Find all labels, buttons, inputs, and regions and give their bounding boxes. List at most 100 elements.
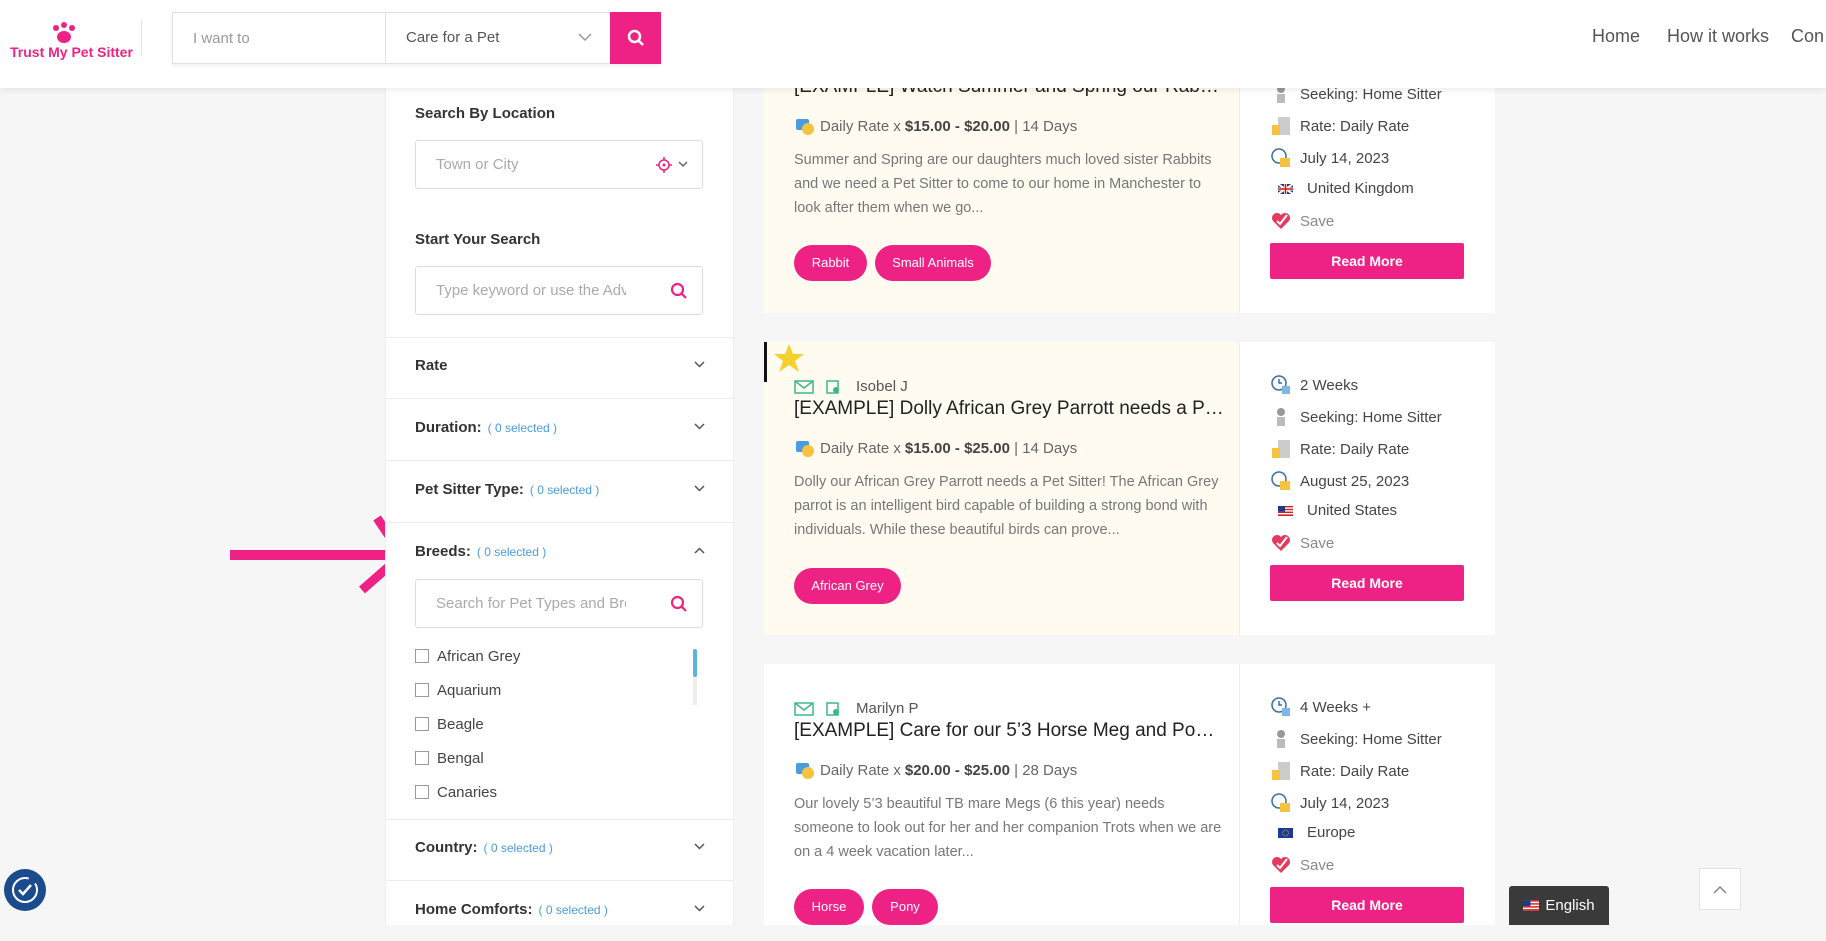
checkbox[interactable] xyxy=(415,785,429,799)
nav-contact[interactable]: Con xyxy=(1791,26,1824,47)
site-header: Trust My Pet Sitter Care for a Pet Home … xyxy=(0,0,1826,88)
search-icon[interactable] xyxy=(670,282,688,300)
tag-horse[interactable]: Horse xyxy=(794,889,864,925)
tag-small-animals[interactable]: Small Animals xyxy=(875,245,991,281)
listing-owner: Isobel J xyxy=(794,378,908,395)
checkbox[interactable] xyxy=(415,683,429,697)
filter-label: Home Comforts:( 0 selected ) xyxy=(415,901,608,918)
chevron-up-icon xyxy=(694,547,705,554)
building-icon xyxy=(1272,762,1290,780)
filter-duration[interactable]: Duration:( 0 selected ) xyxy=(386,399,733,459)
chevron-down-icon[interactable] xyxy=(678,161,688,168)
listing-description: Summer and Spring are our daughters much… xyxy=(794,152,1212,216)
breed-search-input[interactable] xyxy=(416,580,646,627)
listing-rate: Daily Rate x $15.00 - $20.00 | 14 Days xyxy=(794,115,1077,137)
checkbox[interactable] xyxy=(415,717,429,731)
breed-checkbox-item[interactable]: Aquarium xyxy=(415,680,501,700)
accessibility-check-icon xyxy=(12,877,38,903)
filter-sidebar: Search By Location Start Your Search Rat… xyxy=(385,88,734,925)
seeking-info: Seeking: Home Sitter xyxy=(1270,728,1442,750)
pink-arrow-annotation xyxy=(230,515,405,594)
keyword-field xyxy=(415,266,703,315)
filter-label: Country:( 0 selected ) xyxy=(415,839,553,856)
envelope-icon[interactable] xyxy=(794,379,814,394)
flag-us-icon xyxy=(1278,505,1293,516)
breed-checkbox-item[interactable]: Beagle xyxy=(415,714,484,734)
filter-rate[interactable]: Rate xyxy=(386,337,733,397)
rate-coin-icon xyxy=(796,763,814,779)
separator xyxy=(1239,342,1240,635)
selected-count: ( 0 selected ) xyxy=(529,483,600,497)
calendar-clock-icon xyxy=(1271,148,1290,167)
filter-label: Rate xyxy=(415,357,448,374)
read-more-button[interactable]: Read More xyxy=(1270,565,1464,601)
save-button[interactable]: Save xyxy=(1270,210,1334,232)
nav-how-it-works[interactable]: How it works xyxy=(1667,26,1769,47)
save-button[interactable]: Save xyxy=(1270,854,1334,876)
verified-id-icon xyxy=(826,379,839,394)
save-button[interactable]: Save xyxy=(1270,532,1334,554)
listing-title[interactable]: [EXAMPLE] Care for our 5’3 Horse Meg and… xyxy=(794,720,1224,742)
clock-duration-icon xyxy=(1271,375,1290,394)
rate-coin-icon xyxy=(796,119,814,135)
back-to-top-button[interactable] xyxy=(1699,868,1741,910)
filter-breeds[interactable]: Breeds:( 0 selected ) xyxy=(386,523,733,583)
duration-info: 4 Weeks + xyxy=(1270,696,1371,718)
accessibility-button[interactable] xyxy=(4,869,46,911)
breed-list-scrollbar[interactable] xyxy=(693,649,697,705)
filter-home-comforts[interactable]: Home Comforts:( 0 selected ) xyxy=(386,881,733,941)
selected-count: ( 0 selected ) xyxy=(483,841,553,855)
want-input[interactable] xyxy=(173,13,385,63)
breed-checkbox-item[interactable]: African Grey xyxy=(415,646,520,666)
nav-home[interactable]: Home xyxy=(1592,26,1640,47)
date-info: July 14, 2023 xyxy=(1270,792,1389,814)
language-switcher[interactable]: English xyxy=(1509,886,1609,925)
location-label: Search By Location xyxy=(415,105,556,122)
filter-pet-sitter-type[interactable]: Pet Sitter Type:( 0 selected ) xyxy=(386,461,733,521)
tag-african-grey[interactable]: African Grey xyxy=(794,568,901,604)
service-select[interactable]: Care for a Pet xyxy=(385,13,610,63)
header-divider xyxy=(141,20,142,56)
read-more-button[interactable]: Read More xyxy=(1270,887,1464,923)
date-info: July 14, 2023 xyxy=(1270,147,1389,169)
envelope-icon[interactable] xyxy=(794,701,814,716)
filter-label: Pet Sitter Type:( 0 selected ) xyxy=(415,481,600,498)
paw-logo-icon xyxy=(53,22,75,43)
chevron-down-icon xyxy=(578,33,592,42)
crosshair-icon[interactable] xyxy=(656,157,672,173)
checkbox[interactable] xyxy=(415,649,429,663)
country-info: United Kingdom xyxy=(1270,180,1414,197)
sitter-icon xyxy=(1277,408,1285,426)
listing-description: Dolly our African Grey Parrott needs a P… xyxy=(794,474,1219,538)
breed-checkbox-item[interactable]: Canaries xyxy=(415,782,497,802)
listing-title[interactable]: [EXAMPLE] Dolly African Grey Parrott nee… xyxy=(794,398,1224,420)
listing-owner: Marilyn P xyxy=(794,700,919,717)
duration-info: 2 Weeks xyxy=(1270,374,1358,396)
rate-type-info: Rate: Daily Rate xyxy=(1270,438,1409,460)
breed-checkbox-item[interactable]: Bengal xyxy=(415,748,484,768)
checkbox[interactable] xyxy=(415,751,429,765)
scrollbar-thumb[interactable] xyxy=(693,649,697,677)
flag-us-icon xyxy=(1523,900,1540,911)
chevron-down-icon xyxy=(694,843,705,850)
tag-rabbit[interactable]: Rabbit xyxy=(794,245,867,281)
verified-id-icon xyxy=(826,701,839,716)
heart-check-icon xyxy=(1272,213,1290,229)
separator xyxy=(1239,664,1240,925)
search-icon[interactable] xyxy=(670,595,688,613)
filter-label: Breeds:( 0 selected ) xyxy=(415,543,547,560)
location-input[interactable] xyxy=(416,141,646,188)
site-logo[interactable]: Trust My Pet Sitter xyxy=(10,22,133,66)
keyword-input[interactable] xyxy=(416,267,646,314)
country-info: Europe xyxy=(1270,824,1355,841)
listing-rate: Daily Rate x $15.00 - $25.00 | 14 Days xyxy=(794,437,1077,459)
header-search-button[interactable] xyxy=(610,12,661,64)
tag-pony[interactable]: Pony xyxy=(872,889,938,925)
filter-label: Duration:( 0 selected ) xyxy=(415,419,558,436)
search-label: Start Your Search xyxy=(415,231,541,248)
listing-description: Our lovely 5’3 beautiful TB mare Megs (6… xyxy=(794,796,1222,860)
featured-star-icon xyxy=(764,342,804,382)
filter-country[interactable]: Country:( 0 selected ) xyxy=(386,819,733,879)
rate-type-info: Rate: Daily Rate xyxy=(1270,115,1409,137)
read-more-button[interactable]: Read More xyxy=(1270,243,1464,279)
